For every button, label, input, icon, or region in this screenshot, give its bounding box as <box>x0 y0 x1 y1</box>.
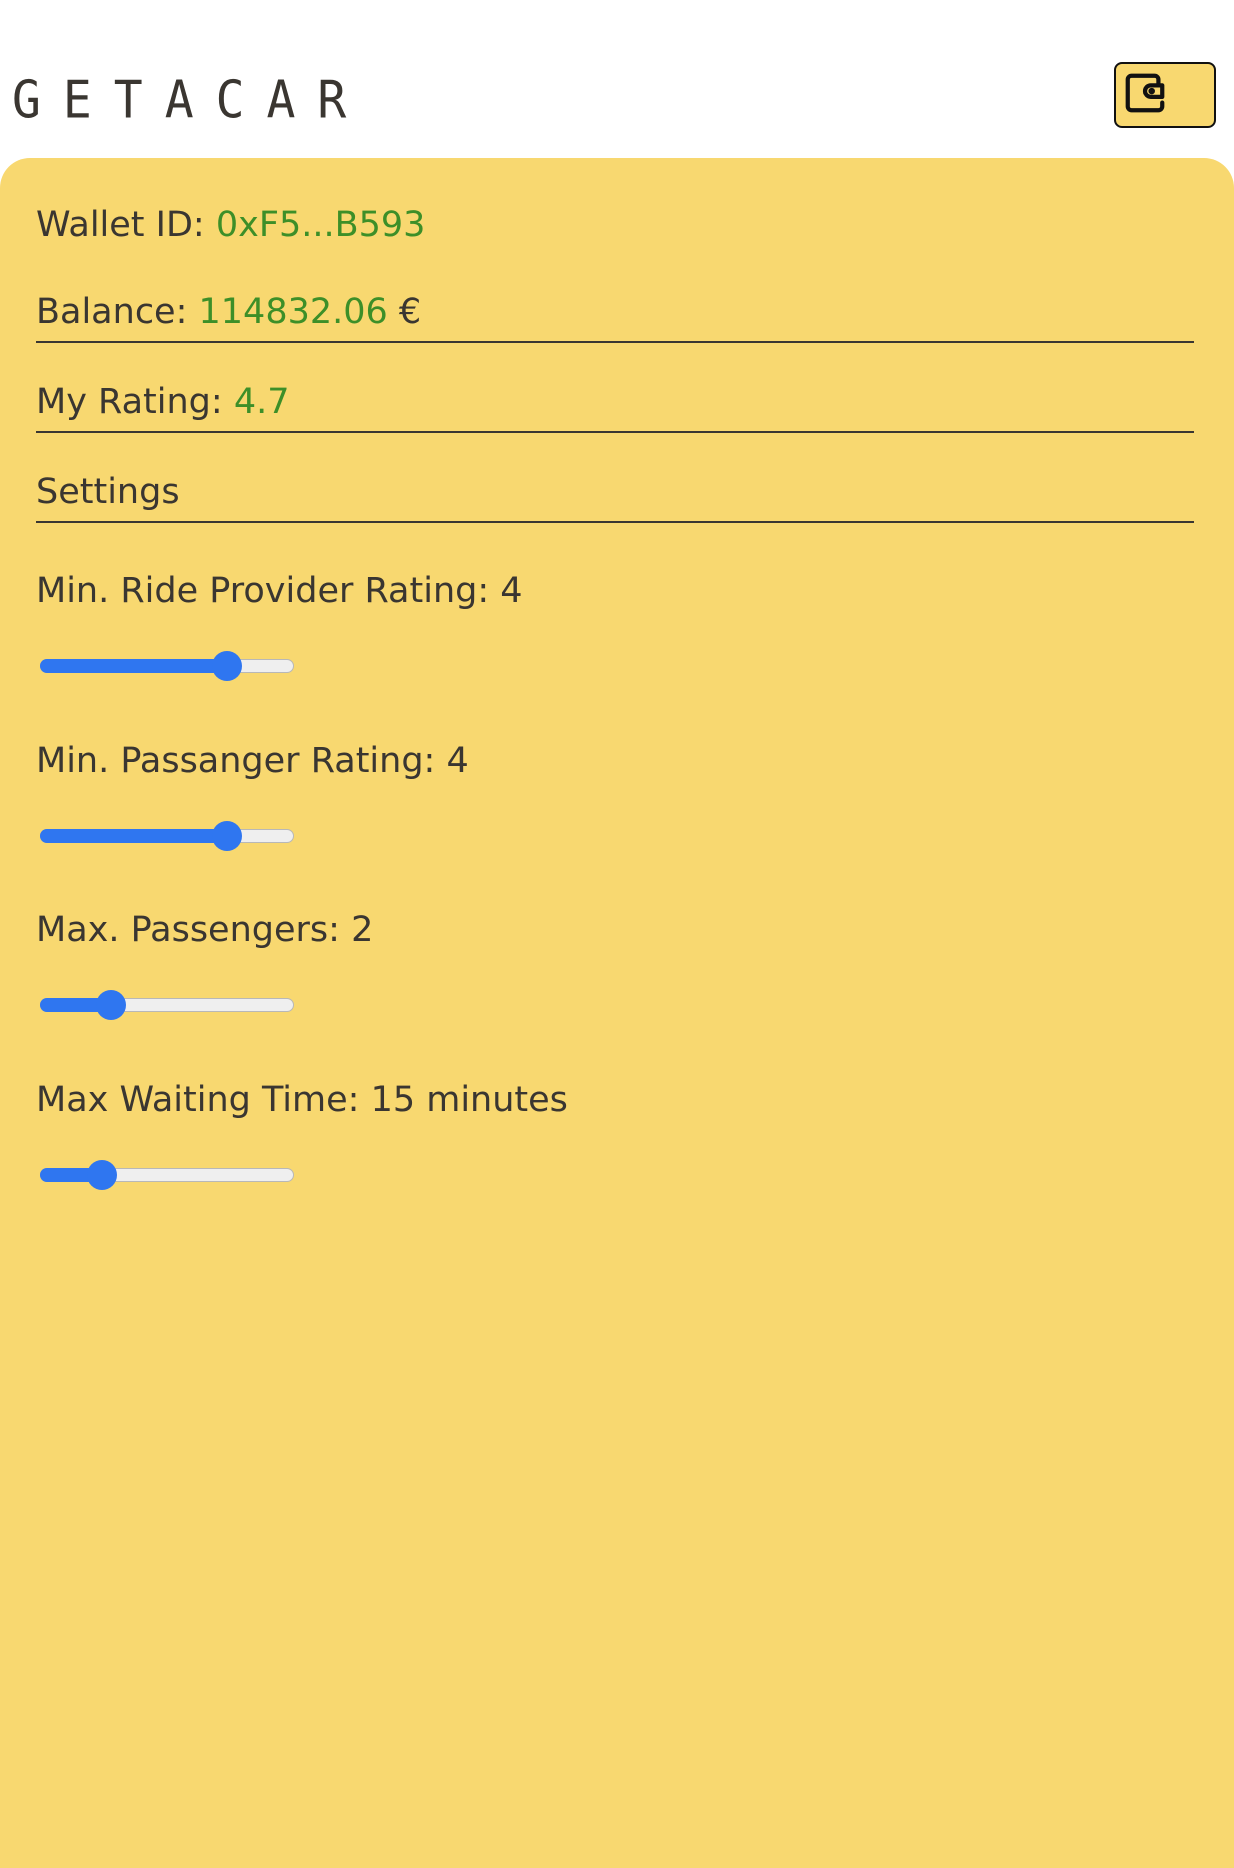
app-header: GETACAR <box>0 0 1234 158</box>
wallet-id-label: Wallet ID: <box>36 205 216 245</box>
slider-thumb[interactable] <box>87 1160 118 1190</box>
balance-label: Balance: <box>36 292 199 332</box>
rating-divider <box>36 431 1194 433</box>
max-passengers-label: Max. Passengers: 2 <box>36 910 374 950</box>
min-passanger-rating-label: Min. Passanger Rating: 4 <box>36 741 469 781</box>
min-passanger-rating-slider[interactable] <box>40 821 296 851</box>
balance-divider <box>36 341 1194 343</box>
max-passengers-slider[interactable] <box>40 990 296 1020</box>
min-ride-provider-rating-slider[interactable] <box>40 651 296 681</box>
slider-fill <box>40 659 228 673</box>
balance-value: 114832.06 <box>198 292 388 332</box>
wallet-icon <box>1125 73 1165 113</box>
settings-divider <box>36 521 1194 523</box>
balance-currency: € <box>387 292 422 332</box>
slider-thumb[interactable] <box>212 651 243 681</box>
wallet-button[interactable] <box>1114 62 1216 128</box>
min-ride-provider-rating-label: Min. Ride Provider Rating: 4 <box>36 571 523 611</box>
rating-value: 4.7 <box>233 382 290 422</box>
wallet-id-value: 0xF5...B593 <box>215 205 426 245</box>
slider-fill <box>40 829 228 843</box>
rating-label: My Rating: <box>36 382 234 422</box>
max-waiting-time-label: Max Waiting Time: 15 minutes <box>36 1080 568 1120</box>
balance-row: Balance: 114832.06 € <box>36 290 421 334</box>
max-waiting-time-slider[interactable] <box>40 1160 296 1190</box>
settings-heading[interactable]: Settings <box>36 470 180 514</box>
app-logo[interactable]: GETACAR <box>12 68 368 133</box>
slider-thumb[interactable] <box>212 821 243 851</box>
account-panel: Wallet ID: 0xF5...B593 Balance: 114832.0… <box>0 158 1234 1868</box>
slider-thumb[interactable] <box>96 990 126 1020</box>
rating-row: My Rating: 4.7 <box>36 380 289 424</box>
wallet-id-row: Wallet ID: 0xF5...B593 <box>36 203 425 247</box>
